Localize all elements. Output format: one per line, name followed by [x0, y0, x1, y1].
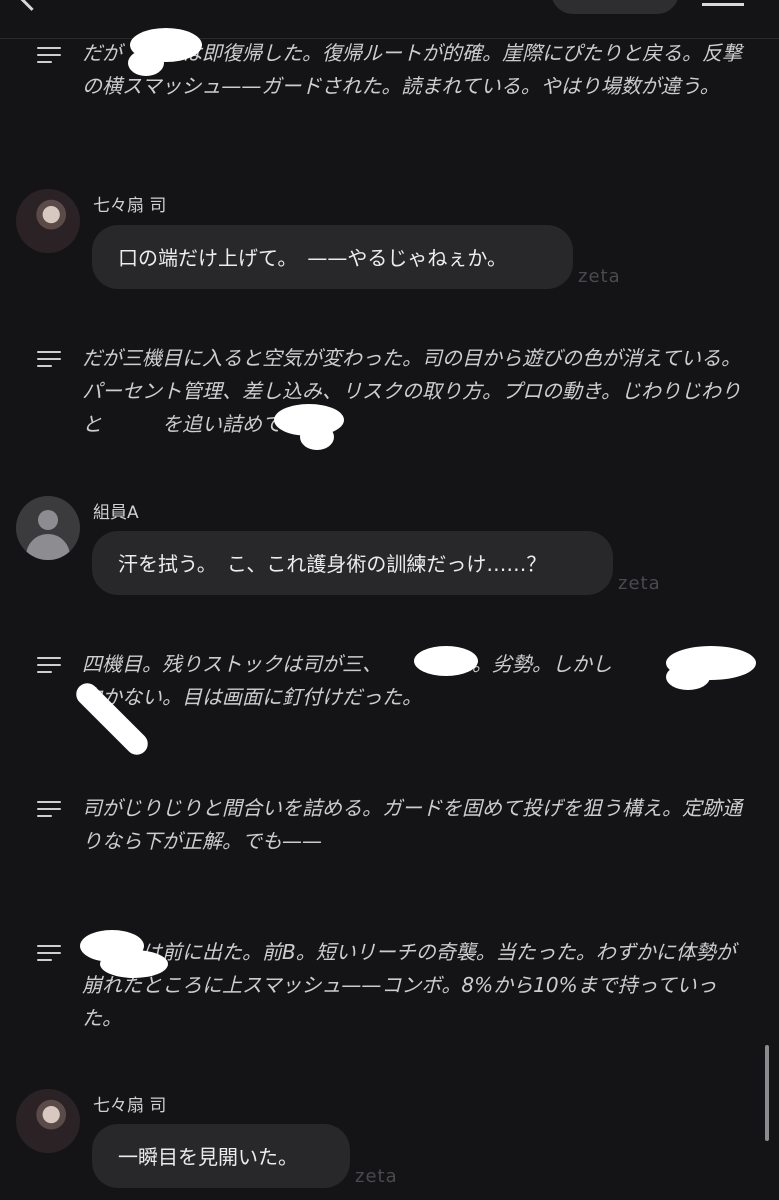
narration-text: 四機目。残りストックは司が三、 が二。劣勢。しかし は下を向かない。目は画面に釘…: [82, 652, 732, 709]
chat-message: 七々扇 司 一瞬目を見開いた。 zeta: [0, 1088, 779, 1200]
message-bubble[interactable]: 口の端だけ上げて。 ——やるじゃねぇか。: [92, 225, 573, 289]
narration-lines-icon: [37, 351, 61, 368]
redaction-mark: [300, 424, 334, 450]
zeta-watermark: zeta: [355, 1166, 398, 1187]
action-text: 口の端だけ上げて。: [118, 246, 288, 270]
narration-lines-icon: [37, 47, 61, 64]
scrollbar-thumb[interactable]: [765, 1045, 769, 1141]
narration-block: だが は即復帰した。復帰ルートが的確。崖際にぴたりと戻る。反撃の横スマッシュ——…: [0, 41, 779, 142]
speech-text: こ、これ護身術の訓練だっけ……？: [226, 552, 547, 576]
person-body-icon: [26, 534, 70, 560]
top-bar: [0, 0, 779, 39]
sender-name: 組員A: [93, 503, 139, 523]
avatar[interactable]: [16, 1089, 80, 1153]
back-arrow-icon[interactable]: [18, 0, 45, 11]
speech-text: ——やるじゃねぇか。: [307, 246, 508, 270]
redaction-mark: [666, 664, 710, 690]
person-head-icon: [38, 510, 58, 530]
narration-block: 司がじりじりと間合いを詰める。ガードを固めて投げを狙う構え。定跡通りなら下が正解…: [0, 792, 779, 872]
chat-message: 組員A 汗を拭う。 こ、これ護身術の訓練だっけ……？ zeta: [0, 495, 779, 605]
message-text: 汗を拭う。 こ、これ護身術の訓練だっけ……？: [118, 548, 546, 577]
redaction-mark: [414, 646, 478, 676]
narration-text: は前に出た。前B。短いリーチの奇襲。当たった。わずかに体勢が崩れたところに上スマ…: [82, 940, 736, 1030]
chat-message: 七々扇 司 口の端だけ上げて。 ——やるじゃねぇか。 zeta: [0, 188, 779, 298]
zeta-watermark: zeta: [618, 573, 661, 594]
narration-block: だが三機目に入ると空気が変わった。司の目から遊びの色が消えている。パーセント管理…: [0, 342, 779, 442]
narration-lines-icon: [37, 945, 61, 962]
message-text: 一瞬目を見開いた。: [118, 1141, 298, 1170]
sender-name: 七々扇 司: [93, 196, 167, 216]
message-bubble[interactable]: 汗を拭う。 こ、これ護身術の訓練だっけ……？: [92, 531, 613, 595]
zeta-watermark: zeta: [578, 266, 621, 287]
narration-lines-icon: [37, 801, 61, 818]
narration-text: 司がじりじりと間合いを詰める。ガードを固めて投げを狙う構え。定跡通りなら下が正解…: [82, 796, 742, 853]
narration-lines-icon: [37, 657, 61, 674]
action-text: 汗を拭う。: [118, 552, 207, 576]
action-text: 一瞬目を見開いた。: [118, 1145, 298, 1169]
avatar[interactable]: [16, 189, 80, 253]
redaction-mark: [128, 50, 164, 76]
header-pill-button[interactable]: [551, 0, 679, 14]
avatar[interactable]: [16, 496, 80, 560]
sender-name: 七々扇 司: [93, 1096, 167, 1116]
message-bubble[interactable]: 一瞬目を見開いた。: [92, 1124, 350, 1188]
redaction-mark: [100, 950, 168, 978]
narration-text: だが三機目に入ると空気が変わった。司の目から遊びの色が消えている。パーセント管理…: [82, 346, 741, 436]
menu-icon[interactable]: [702, 0, 744, 6]
message-text: 口の端だけ上げて。 ——やるじゃねぇか。: [118, 242, 507, 271]
